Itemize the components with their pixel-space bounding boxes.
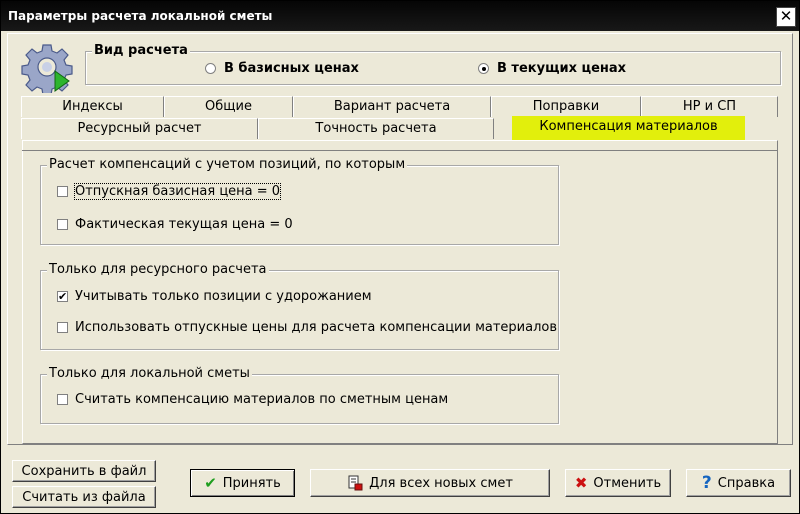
window-title: Параметры расчета локальной сметы <box>8 9 273 23</box>
load-from-file-button[interactable]: Считать из файла <box>12 486 156 508</box>
tab-corrections[interactable]: Поправки <box>491 96 641 117</box>
save-to-file-button[interactable]: Сохранить в файл <box>12 460 156 482</box>
help-button[interactable]: ? Справка <box>686 469 791 497</box>
check-estimate-prices-box[interactable] <box>57 394 68 405</box>
question-icon: ? <box>701 473 712 493</box>
dialog-window: Параметры расчета локальной сметы ✕ Вид … <box>0 0 800 514</box>
all-new-estimates-button[interactable]: Для всех новых смет <box>310 469 550 497</box>
checkmark-icon: ✔ <box>204 474 217 492</box>
check-use-release-prices-label: Использовать отпускные цены для расчета … <box>75 320 558 335</box>
cancel-label: Отменить <box>593 475 662 491</box>
title-bar: Параметры расчета локальной сметы ✕ <box>1 1 799 31</box>
check-base-price-zero-box[interactable] <box>57 186 68 197</box>
check-actual-price-zero[interactable]: Фактическая текущая цена = 0 <box>57 217 293 232</box>
accept-label: Принять <box>222 475 281 491</box>
help-label: Справка <box>717 475 776 491</box>
tab-indexes[interactable]: Индексы <box>21 96 164 117</box>
positions-legend: Расчет компенсаций с учетом позиций, по … <box>47 157 408 172</box>
close-button[interactable]: ✕ <box>776 7 796 27</box>
local-legend: Только для локальной сметы <box>47 366 252 381</box>
radio-current-prices-label: В текущих ценах <box>497 61 627 76</box>
tab-materials-compensation[interactable]: Компенсация материалов <box>512 116 745 140</box>
tab-calc-variant[interactable]: Вариант расчета <box>293 96 491 117</box>
tab-general[interactable]: Общие <box>164 96 293 117</box>
radio-base-prices-label: В базисных ценах <box>224 61 359 76</box>
check-use-release-prices[interactable]: Использовать отпускные цены для расчета … <box>57 320 557 335</box>
check-estimate-prices-label: Считать компенсацию материалов по сметны… <box>75 392 449 407</box>
check-use-release-prices-box[interactable] <box>57 322 68 333</box>
check-only-appreciation[interactable]: ✔ Учитывать только позиции с удорожанием <box>57 289 372 304</box>
save-to-file-label: Сохранить в файл <box>21 463 147 479</box>
load-from-file-label: Считать из файла <box>22 489 146 505</box>
radio-base-prices-dot[interactable] <box>205 63 216 74</box>
calc-type-legend: Вид расчета <box>92 43 190 58</box>
resource-group: Только для ресурсного расчета <box>40 262 559 350</box>
check-actual-price-zero-box[interactable] <box>57 219 68 230</box>
check-estimate-prices[interactable]: Считать компенсацию материалов по сметны… <box>57 392 448 407</box>
tab-precision[interactable]: Точность расчета <box>258 118 494 139</box>
cross-icon: ✖ <box>574 474 588 492</box>
check-only-appreciation-box[interactable]: ✔ <box>57 291 68 302</box>
all-new-estimates-label: Для всех новых смет <box>369 475 513 491</box>
document-stamp-icon <box>348 475 363 491</box>
tab-resource-calc[interactable]: Ресурсный расчет <box>21 118 258 139</box>
resource-legend: Только для ресурсного расчета <box>47 262 269 277</box>
radio-current-prices-dot[interactable] <box>478 63 489 74</box>
cancel-button[interactable]: ✖ Отменить <box>565 469 671 497</box>
tab-nr-sp[interactable]: НР и СП <box>641 96 778 117</box>
check-base-price-zero[interactable]: Отпускная базисная цена = 0 <box>57 183 282 200</box>
accept-button[interactable]: ✔ Принять <box>190 469 295 497</box>
radio-current-prices[interactable]: В текущих ценах <box>478 61 626 76</box>
check-base-price-zero-label: Отпускная базисная цена = 0 <box>73 183 282 200</box>
check-actual-price-zero-label: Фактическая текущая цена = 0 <box>75 217 293 232</box>
positions-group: Расчет компенсаций с учетом позиций, по … <box>40 157 559 245</box>
tab-panel-divider <box>22 150 778 151</box>
gear-icon <box>21 44 73 93</box>
calc-type-group: Вид расчета <box>85 43 781 85</box>
radio-base-prices[interactable]: В базисных ценах <box>205 61 359 76</box>
check-only-appreciation-label: Учитывать только позиции с удорожанием <box>75 289 372 304</box>
